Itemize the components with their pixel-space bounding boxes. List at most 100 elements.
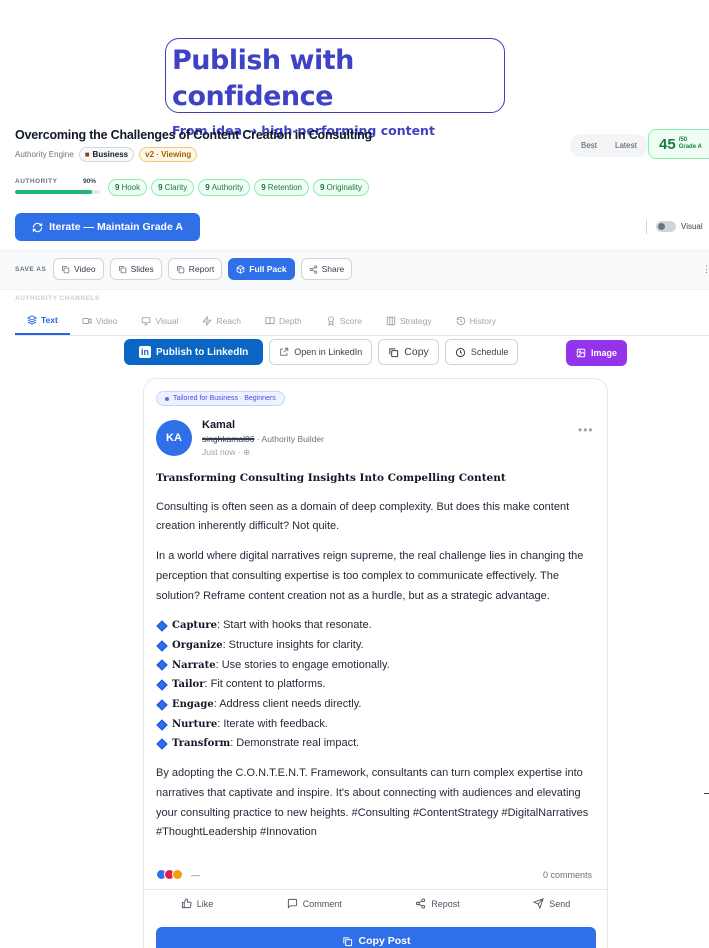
visual-toggle[interactable]: Visual	[656, 221, 703, 232]
metric-label: Clarity	[164, 183, 188, 192]
tab-history[interactable]: History	[444, 306, 508, 335]
repost-label: Repost	[431, 898, 460, 909]
author-subtitle: singhkamal06 · Authority Builder	[202, 434, 324, 444]
more-options-icon[interactable]: •••	[578, 423, 594, 437]
package-icon	[236, 264, 245, 274]
diamond-icon	[156, 679, 168, 691]
comment-label: Comment	[302, 898, 342, 909]
video-icon	[82, 317, 92, 324]
metric-pill-authority: 9 Authority	[198, 179, 251, 196]
framework-term: Tailor	[172, 679, 205, 691]
framework-item: Tailor: Fit content to platforms.	[156, 675, 596, 695]
save-video-button[interactable]: Video	[53, 258, 104, 280]
framework-text: : Fit content to platforms.	[204, 678, 326, 691]
clock-icon	[455, 347, 465, 357]
more-icon[interactable]: ⋮	[702, 264, 709, 275]
engine-label: Authority Engine	[15, 150, 74, 159]
copy-icon	[118, 265, 126, 273]
like-button[interactable]: Like	[175, 894, 220, 913]
tailored-label: Tailored for Business · Beginners	[173, 395, 276, 402]
save-as-label: SAVE AS	[15, 266, 47, 273]
framework-text: : Use stories to engage emotionally.	[215, 658, 390, 671]
toggle-switch[interactable]	[656, 221, 676, 232]
comments-count[interactable]: 0 comments	[543, 870, 592, 880]
tab-video[interactable]: Video	[70, 306, 130, 335]
external-link-icon	[280, 347, 289, 356]
save-report-label: Report	[188, 264, 215, 274]
edge-marker	[704, 793, 709, 794]
schedule-button[interactable]: Schedule	[444, 339, 519, 365]
send-icon	[533, 898, 545, 909]
share-label: Share	[321, 264, 345, 274]
framework-item: Transform: Demonstrate real impact.	[156, 734, 596, 754]
metric-pills: 9 Hook 9 Clarity 9 Authority 9 Retention 9 Or…	[108, 179, 370, 196]
image-button[interactable]: Image	[566, 340, 628, 366]
tab-label: Score	[339, 315, 362, 326]
grade-label: Grade A	[678, 144, 702, 150]
linkedin-icon: in	[139, 346, 151, 358]
repost-icon	[416, 898, 426, 909]
save-slides-button[interactable]: Slides	[109, 258, 162, 280]
send-label: Send	[549, 898, 571, 909]
award-icon	[327, 315, 334, 326]
iterate-button-label: Iterate — Maintain Grade A	[49, 221, 183, 233]
tab-text[interactable]: Text	[15, 306, 70, 335]
history-icon	[456, 316, 465, 325]
reactions[interactable]: —	[156, 869, 200, 880]
book-icon	[265, 316, 275, 324]
metric-pill-originality: 9 Originality	[313, 179, 370, 196]
best-option[interactable]: Best	[573, 137, 605, 154]
framework-list: Capture: Start with hooks that resonate.…	[156, 616, 596, 754]
publish-linkedin-button[interactable]: in Publish to LinkedIn	[124, 339, 264, 365]
audience-badge: ■ Business	[78, 147, 135, 162]
framework-term: Nurture	[172, 718, 218, 730]
save-full-pack-button[interactable]: Full Pack	[228, 258, 295, 280]
image-icon	[576, 348, 586, 358]
authority-percent: 90%	[83, 178, 97, 185]
avatar: KA	[156, 420, 192, 456]
metric-pill-clarity: 9 Clarity	[151, 179, 195, 196]
latest-option[interactable]: Latest	[607, 137, 645, 154]
share-button[interactable]: Share	[300, 258, 353, 280]
repost-button[interactable]: Repost	[409, 894, 466, 913]
tab-depth[interactable]: Depth	[253, 306, 314, 335]
reaction-icons	[156, 869, 183, 880]
iterate-button[interactable]: Iterate — Maintain Grade A	[15, 213, 200, 241]
open-linkedin-button[interactable]: Open in LinkedIn	[269, 339, 373, 365]
framework-item: Nurture: Iterate with feedback.	[156, 715, 596, 735]
tab-visual[interactable]: Visual	[129, 306, 190, 335]
tab-strategy[interactable]: Strategy	[374, 306, 444, 335]
send-button[interactable]: Send	[527, 894, 576, 913]
comment-button[interactable]: Comment	[281, 894, 348, 913]
authority-progress-bar	[15, 190, 100, 194]
like-label: Like	[196, 898, 214, 909]
open-linkedin-label: Open in LinkedIn	[294, 347, 363, 357]
diamond-icon	[156, 699, 168, 711]
save-report-button[interactable]: Report	[167, 258, 223, 280]
post-actions: in Publish to LinkedIn Open in LinkedIn …	[124, 339, 519, 365]
metric-pill-retention: 9 Retention	[254, 179, 309, 196]
framework-term: Engage	[172, 699, 214, 711]
framework-text: : Demonstrate real impact.	[230, 737, 360, 750]
framework-term: Capture	[172, 620, 217, 632]
zap-icon	[202, 315, 213, 326]
channel-tabs: Text Video Visual Reach Depth Score Stra…	[15, 306, 709, 336]
celebrate-reaction-icon	[172, 869, 183, 880]
version-badge[interactable]: v2 · Viewing	[139, 147, 198, 162]
framework-term: Narrate	[172, 659, 216, 671]
copy-post-button[interactable]: Copy Post	[156, 927, 596, 948]
copy-button[interactable]: Copy	[378, 339, 439, 365]
framework-item: Narrate: Use stories to engage emotional…	[156, 656, 596, 676]
diamond-icon	[156, 718, 168, 731]
framework-item: Organize: Structure insights for clarity…	[156, 636, 596, 656]
metric-label: Originality	[326, 183, 363, 192]
post-paragraph: In a world where digital narratives reig…	[156, 550, 584, 602]
layers-icon	[27, 314, 37, 325]
diamond-icon	[156, 738, 168, 750]
tab-score[interactable]: Score	[314, 306, 374, 335]
tab-reach[interactable]: Reach	[190, 306, 253, 335]
publish-linkedin-label: Publish to LinkedIn	[156, 346, 249, 358]
comment-icon	[287, 898, 297, 909]
tab-label: Visual	[155, 315, 179, 326]
post-title: Transforming Consulting Insights Into Co…	[156, 472, 506, 484]
